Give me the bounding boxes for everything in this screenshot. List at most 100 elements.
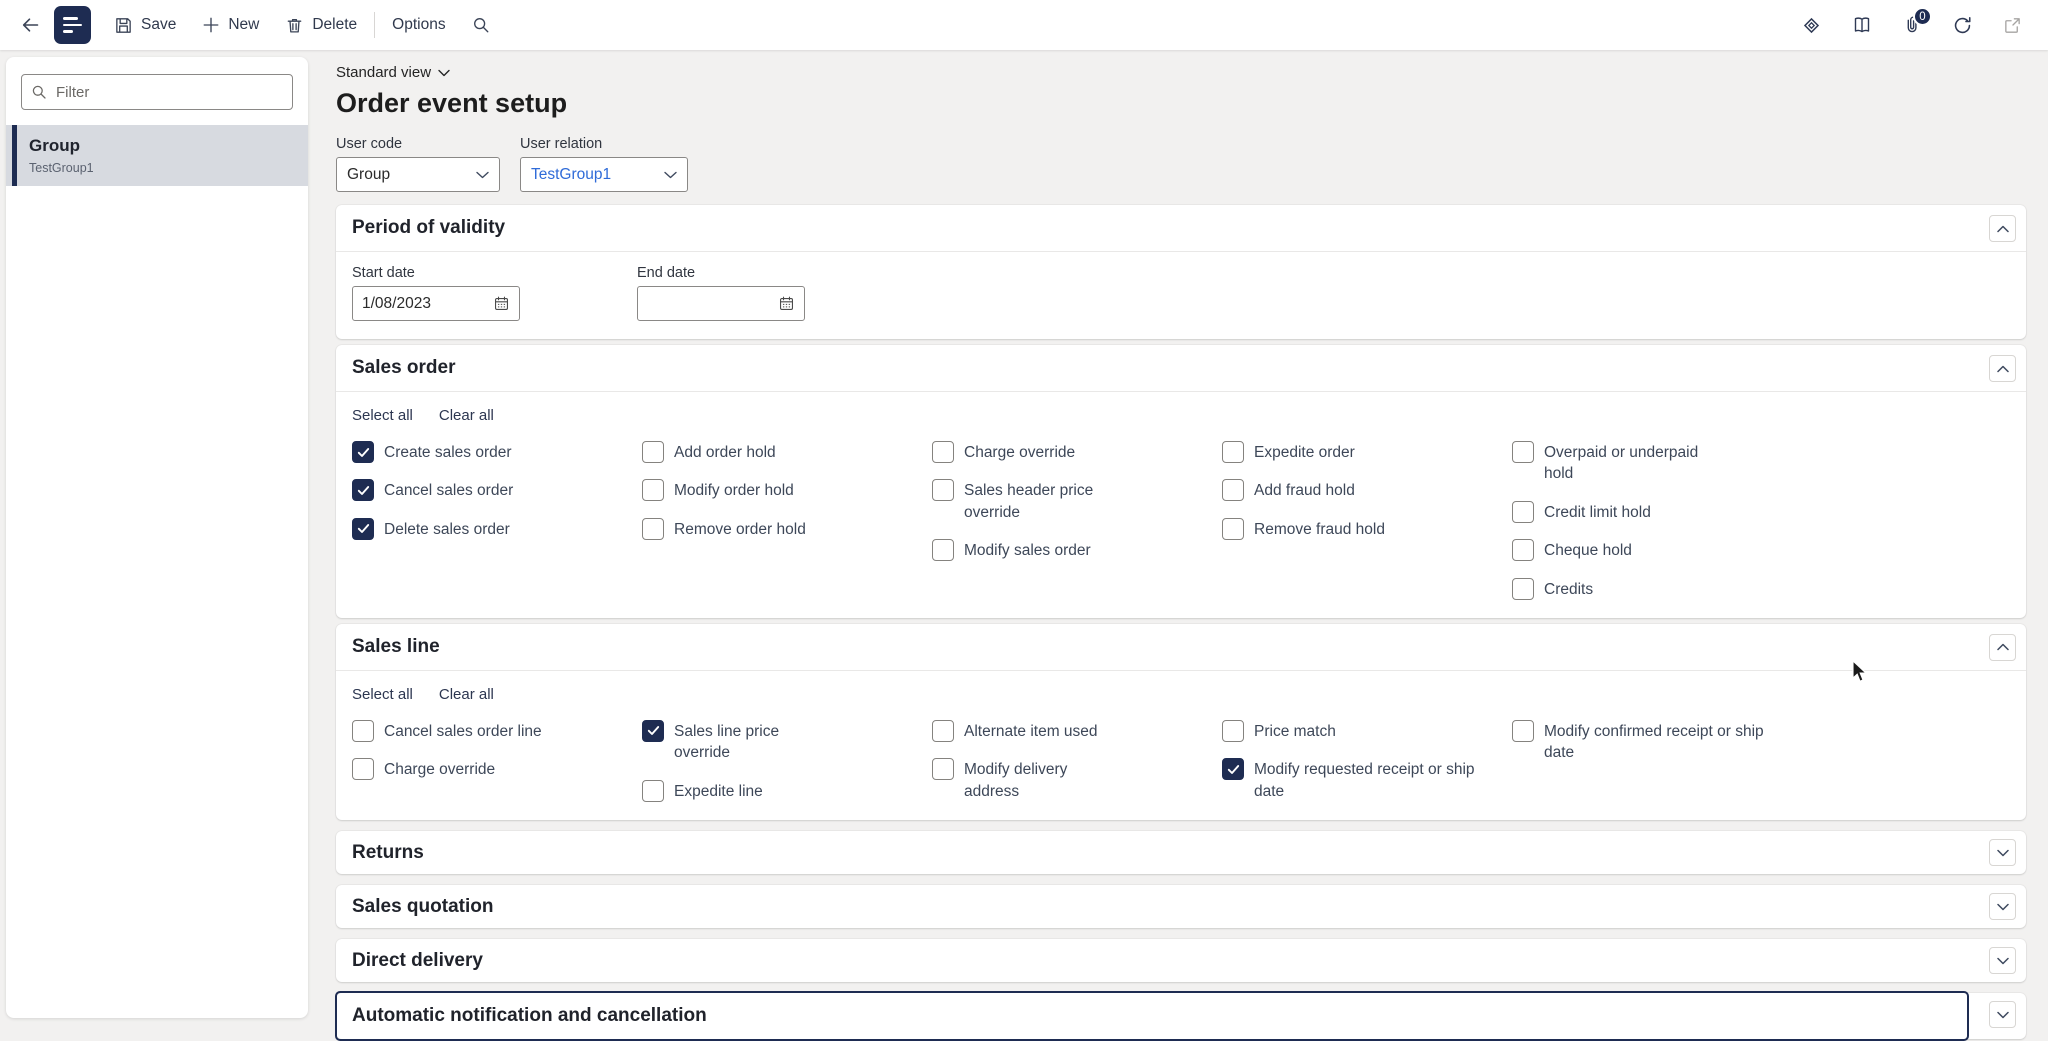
checkbox-alternate-item-used[interactable]: Alternate item used xyxy=(932,720,1222,742)
help-pane-button[interactable] xyxy=(1852,15,1872,35)
new-label: New xyxy=(228,16,259,34)
checkbox-expedite-line[interactable]: Expedite line xyxy=(642,780,932,802)
checkbox-add-order-hold[interactable]: Add order hold xyxy=(642,441,932,463)
sitemap-icon xyxy=(63,17,78,19)
user-relation-value[interactable]: TestGroup1 xyxy=(531,166,611,184)
checkbox-sales-header-price-override[interactable]: Sales header price override xyxy=(932,479,1222,523)
section-header-period-of-validity[interactable]: Period of validity xyxy=(336,205,2026,252)
checkbox-remove-order-hold[interactable]: Remove order hold xyxy=(642,518,932,540)
expand-section-button[interactable] xyxy=(1989,947,2016,974)
user-code-dropdown[interactable]: Group xyxy=(336,157,500,192)
filter-input[interactable] xyxy=(21,74,293,110)
section-automatic-notification-and-cancellation[interactable]: Automatic notification and cancellation xyxy=(336,993,2026,1039)
view-selector[interactable]: Standard view xyxy=(336,64,450,81)
section-direct-delivery[interactable]: Direct delivery xyxy=(336,939,2026,982)
select-all-link[interactable]: Select all xyxy=(352,686,413,703)
section-header-sales-line[interactable]: Sales line xyxy=(336,624,2026,671)
checkbox-modify-requested-receipt-or-ship-date[interactable]: Modify requested receipt or ship date xyxy=(1222,758,1512,802)
user-relation-dropdown[interactable]: TestGroup1 xyxy=(520,157,688,192)
start-date-input[interactable]: 1/08/2023 xyxy=(352,286,520,321)
checkbox-label: Remove order hold xyxy=(674,518,806,540)
delete-button[interactable]: Delete xyxy=(272,0,370,50)
checkbox-label: Price match xyxy=(1254,720,1336,742)
checkbox-add-fraud-hold[interactable]: Add fraud hold xyxy=(1222,479,1512,501)
expand-section-button[interactable] xyxy=(1989,839,2016,866)
checkbox-sales-line-price-override[interactable]: Sales line price override xyxy=(642,720,932,764)
checkbox-credit-limit-hold[interactable]: Credit limit hold xyxy=(1512,501,1802,523)
checkbox-expedite-order[interactable]: Expedite order xyxy=(1222,441,1512,463)
chevron-up-icon xyxy=(1997,643,2009,651)
chevron-down-icon[interactable] xyxy=(476,171,489,179)
checkbox-box xyxy=(1512,578,1534,600)
checkbox-create-sales-order[interactable]: Create sales order xyxy=(352,441,642,463)
checkbox-box xyxy=(932,441,954,463)
section-sales-order: Sales order Select all Clear all Create … xyxy=(336,345,2026,618)
checkbox-modify-confirmed-receipt-or-ship-date[interactable]: Modify confirmed receipt or ship date xyxy=(1512,720,1802,764)
checkbox-cancel-sales-order[interactable]: Cancel sales order xyxy=(352,479,642,501)
checkbox-charge-override[interactable]: Charge override xyxy=(932,441,1222,463)
checkbox-box xyxy=(352,479,374,501)
section-returns[interactable]: Returns xyxy=(336,831,2026,874)
checkbox-box xyxy=(642,720,664,742)
calendar-icon[interactable] xyxy=(493,295,510,312)
end-date-input[interactable] xyxy=(637,286,805,321)
checkbox-overpaid-or-underpaid-hold[interactable]: Overpaid or underpaid hold xyxy=(1512,441,1802,485)
checkbox-charge-override-line[interactable]: Charge override xyxy=(352,758,642,780)
checkbox-box xyxy=(932,720,954,742)
command-bar: Save New Delete Options xyxy=(0,0,2048,50)
user-relation-field: User relation TestGroup1 xyxy=(520,136,688,192)
section-title: Sales quotation xyxy=(352,896,493,918)
toolbar-divider xyxy=(374,12,375,38)
collapse-section-button[interactable] xyxy=(1989,355,2016,382)
section-title: Returns xyxy=(352,842,424,864)
page-title: Order event setup xyxy=(336,88,2026,119)
checkbox-box xyxy=(932,539,954,561)
checkbox-remove-fraud-hold[interactable]: Remove fraud hold xyxy=(1222,518,1512,540)
options-menu[interactable]: Options xyxy=(379,0,458,50)
chevron-up-icon xyxy=(1997,365,2009,373)
chevron-down-icon[interactable] xyxy=(664,171,677,179)
checkbox-label: Add order hold xyxy=(674,441,776,463)
expand-section-button[interactable] xyxy=(1989,893,2016,920)
book-icon xyxy=(1852,15,1872,35)
clear-all-link[interactable]: Clear all xyxy=(439,407,494,424)
checkbox-label: Sales line price override xyxy=(674,720,814,764)
attachments-button[interactable]: 0 xyxy=(1902,15,1922,35)
dynamics-apps-button[interactable] xyxy=(1801,15,1822,36)
checkbox-modify-order-hold[interactable]: Modify order hold xyxy=(642,479,932,501)
toolbar-search-button[interactable] xyxy=(459,0,503,50)
checkbox-modify-delivery-address[interactable]: Modify delivery address xyxy=(932,758,1222,802)
open-in-new-window-button[interactable] xyxy=(2003,16,2022,35)
record-title: Group xyxy=(29,136,294,156)
new-button[interactable]: New xyxy=(189,0,272,50)
save-button[interactable]: Save xyxy=(101,0,189,50)
clear-all-link[interactable]: Clear all xyxy=(439,686,494,703)
checkbox-delete-sales-order[interactable]: Delete sales order xyxy=(352,518,642,540)
section-title: Sales line xyxy=(352,636,440,658)
checkbox-label: Charge override xyxy=(964,441,1075,463)
calendar-icon[interactable] xyxy=(778,295,795,312)
checkbox-label: Cancel sales order line xyxy=(384,720,542,742)
add-icon xyxy=(202,16,220,34)
checkbox-label: Alternate item used xyxy=(964,720,1098,742)
section-sales-quotation[interactable]: Sales quotation xyxy=(336,885,2026,928)
checkbox-price-match[interactable]: Price match xyxy=(1222,720,1512,742)
select-all-link[interactable]: Select all xyxy=(352,407,413,424)
checkbox-label: Sales header price override xyxy=(964,479,1100,523)
view-selector-label: Standard view xyxy=(336,64,431,81)
sitemap-menu-button[interactable] xyxy=(54,6,91,44)
refresh-button[interactable] xyxy=(1952,15,1973,36)
record-list-item-group[interactable]: Group TestGroup1 xyxy=(6,125,308,186)
back-button[interactable] xyxy=(14,9,46,41)
checkbox-modify-sales-order[interactable]: Modify sales order xyxy=(932,539,1222,561)
section-header-sales-order[interactable]: Sales order xyxy=(336,345,2026,392)
checkbox-credits[interactable]: Credits xyxy=(1512,578,1802,600)
trash-icon xyxy=(285,16,304,35)
checkbox-cancel-sales-order-line[interactable]: Cancel sales order line xyxy=(352,720,642,742)
checkbox-label: Modify sales order xyxy=(964,539,1091,561)
checkbox-label: Credit limit hold xyxy=(1544,501,1651,523)
user-code-value: Group xyxy=(347,166,390,184)
checkbox-cheque-hold[interactable]: Cheque hold xyxy=(1512,539,1802,561)
collapse-section-button[interactable] xyxy=(1989,634,2016,661)
collapse-section-button[interactable] xyxy=(1989,215,2016,242)
